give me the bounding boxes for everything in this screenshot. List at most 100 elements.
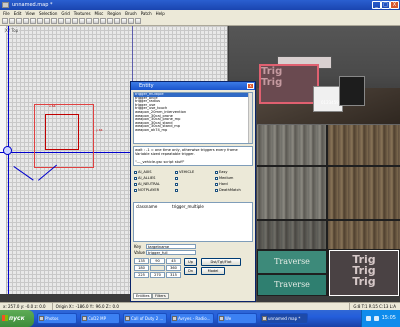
- texture-tile[interactable]: [328, 125, 400, 165]
- cubic-clip-icon[interactable]: [128, 18, 134, 24]
- up-button[interactable]: Up: [184, 258, 197, 266]
- angle-90-button[interactable]: 90: [150, 258, 165, 264]
- rotate-y-icon[interactable]: [37, 18, 43, 24]
- taskbar-item[interactable]: Photos: [37, 313, 77, 324]
- menu-misc[interactable]: Misc: [95, 10, 104, 17]
- taskbar-item[interactable]: CoD2 MP: [80, 313, 120, 324]
- rotate-x-icon[interactable]: [30, 18, 36, 24]
- clipper-icon[interactable]: [58, 18, 64, 24]
- minimize-button[interactable]: _: [372, 1, 381, 9]
- menu-help[interactable]: Help: [156, 10, 165, 17]
- menu-textures[interactable]: Textures: [74, 10, 91, 17]
- maximize-button[interactable]: □: [381, 1, 390, 9]
- clock[interactable]: 15:05: [382, 310, 396, 327]
- dist-target-flat-button[interactable]: Dst/Tgt/Flat: [201, 258, 241, 266]
- angle-360-button[interactable]: 360: [166, 265, 181, 271]
- menu-selection[interactable]: Selection: [39, 10, 57, 17]
- list-scrollbar[interactable]: [248, 93, 252, 143]
- taskbar-item-active[interactable]: unnamed map *: [260, 313, 308, 324]
- angle-135-button[interactable]: 135: [134, 258, 149, 264]
- tab-filters[interactable]: Filters: [152, 293, 169, 299]
- angle-225-button[interactable]: 225: [134, 272, 149, 278]
- entity-class-list[interactable]: trigger_multiple trigger_once trigger_ra…: [133, 92, 253, 144]
- trigger-brush[interactable]: [45, 114, 79, 150]
- checkbox-ai-neutral[interactable]: AI_NEUTRAL: [134, 182, 160, 187]
- texture-browser[interactable]: Traverse Traverse Trig Trig Trig: [254, 124, 400, 296]
- taskbar-item[interactable]: Call of Duty 2 ...: [123, 313, 167, 324]
- menu-view[interactable]: View: [25, 10, 35, 17]
- close-button[interactable]: X: [390, 1, 399, 9]
- texture-tile[interactable]: [254, 125, 326, 165]
- flip-x-icon[interactable]: [16, 18, 22, 24]
- checkbox-box[interactable]: [215, 182, 218, 186]
- checkbox-box[interactable]: [134, 176, 137, 180]
- checkbox-deathmatch[interactable]: DeathMatch: [215, 188, 241, 193]
- grid-icon[interactable]: [135, 18, 141, 24]
- open-icon[interactable]: [2, 18, 8, 24]
- keyvalue-list[interactable]: classname trigger_multiple: [133, 202, 253, 242]
- checkbox-hard[interactable]: Hard: [215, 182, 228, 187]
- checkbox-box[interactable]: [215, 170, 218, 174]
- flip-y-icon[interactable]: [23, 18, 29, 24]
- camera-icon[interactable]: [3, 146, 12, 155]
- checkbox-blank[interactable]: [175, 176, 179, 181]
- select-icon[interactable]: [51, 18, 57, 24]
- checkbox-box[interactable]: [175, 182, 178, 186]
- taskbar-item[interactable]: Avryes - Radio...: [170, 313, 214, 324]
- hollow-icon[interactable]: [93, 18, 99, 24]
- entity-close-button[interactable]: x: [247, 83, 254, 89]
- checkbox-box[interactable]: [215, 188, 218, 192]
- csg-merge-icon[interactable]: [86, 18, 92, 24]
- key-input[interactable]: targetname: [146, 244, 196, 249]
- list-item[interactable]: weapon_ak74_mp: [134, 128, 252, 133]
- entity-icon[interactable]: [107, 18, 113, 24]
- checkbox-box[interactable]: [215, 176, 218, 180]
- checkbox-box[interactable]: [175, 188, 178, 192]
- checkbox-easy[interactable]: Easy: [215, 170, 227, 175]
- texture-tile[interactable]: [254, 221, 326, 249]
- taskbar-item[interactable]: We: [217, 313, 257, 324]
- checkbox-blank[interactable]: [175, 182, 179, 187]
- checkbox-box[interactable]: [175, 170, 178, 174]
- texture-tile[interactable]: [254, 167, 326, 219]
- checkbox-medium[interactable]: Medium: [215, 176, 233, 181]
- menu-file[interactable]: File: [3, 10, 10, 17]
- texture-traverse[interactable]: Traverse: [258, 275, 326, 295]
- tab-entities[interactable]: Entities: [133, 293, 153, 299]
- angle-270-button[interactable]: 270: [150, 272, 165, 278]
- save-icon[interactable]: [9, 18, 15, 24]
- texture-tile[interactable]: [328, 167, 400, 219]
- csg-subtract-icon[interactable]: [79, 18, 85, 24]
- texture-lock-icon[interactable]: [72, 18, 78, 24]
- checkbox-notplayer[interactable]: NOTPLAYER: [134, 188, 159, 193]
- down-button[interactable]: Dn: [184, 267, 197, 275]
- checkbox-box[interactable]: [134, 188, 137, 192]
- camera-icon[interactable]: [100, 18, 106, 24]
- angle-180-button[interactable]: 180: [134, 265, 149, 271]
- texture-tile[interactable]: [328, 221, 400, 249]
- volume-icon[interactable]: [373, 316, 379, 321]
- rotate-z-icon[interactable]: [44, 18, 50, 24]
- trigger-brush-3d[interactable]: Trig Trig: [259, 64, 319, 104]
- view-change-icon[interactable]: [65, 18, 71, 24]
- keyvalue-row[interactable]: classname trigger_multiple: [136, 204, 250, 209]
- angle-315-button[interactable]: 315: [166, 272, 181, 278]
- menu-edit[interactable]: Edit: [14, 10, 22, 17]
- start-button[interactable]: пуск: [0, 310, 34, 327]
- menu-brush[interactable]: Brush: [125, 10, 137, 17]
- menu-patch[interactable]: Patch: [141, 10, 152, 17]
- texture-traverse[interactable]: Traverse: [258, 251, 326, 273]
- checkbox-blank[interactable]: [175, 188, 179, 193]
- checkbox-ai-allies[interactable]: AI_ALLIES: [134, 176, 155, 181]
- checkbox-ai-axis[interactable]: AI_AXIS: [134, 170, 152, 175]
- angle-45-button[interactable]: 45: [166, 258, 181, 264]
- texture-trig[interactable]: Trig Trig Trig: [329, 250, 399, 296]
- checkbox-vehicle[interactable]: VEHICLE: [175, 170, 194, 175]
- checkbox-box[interactable]: [134, 170, 137, 174]
- model-button[interactable]: Model: [201, 267, 225, 275]
- language-icon[interactable]: [365, 316, 371, 321]
- brush-icon[interactable]: [114, 18, 120, 24]
- checkbox-box[interactable]: [134, 182, 137, 186]
- patch-icon[interactable]: [121, 18, 127, 24]
- menu-region[interactable]: Region: [107, 10, 121, 17]
